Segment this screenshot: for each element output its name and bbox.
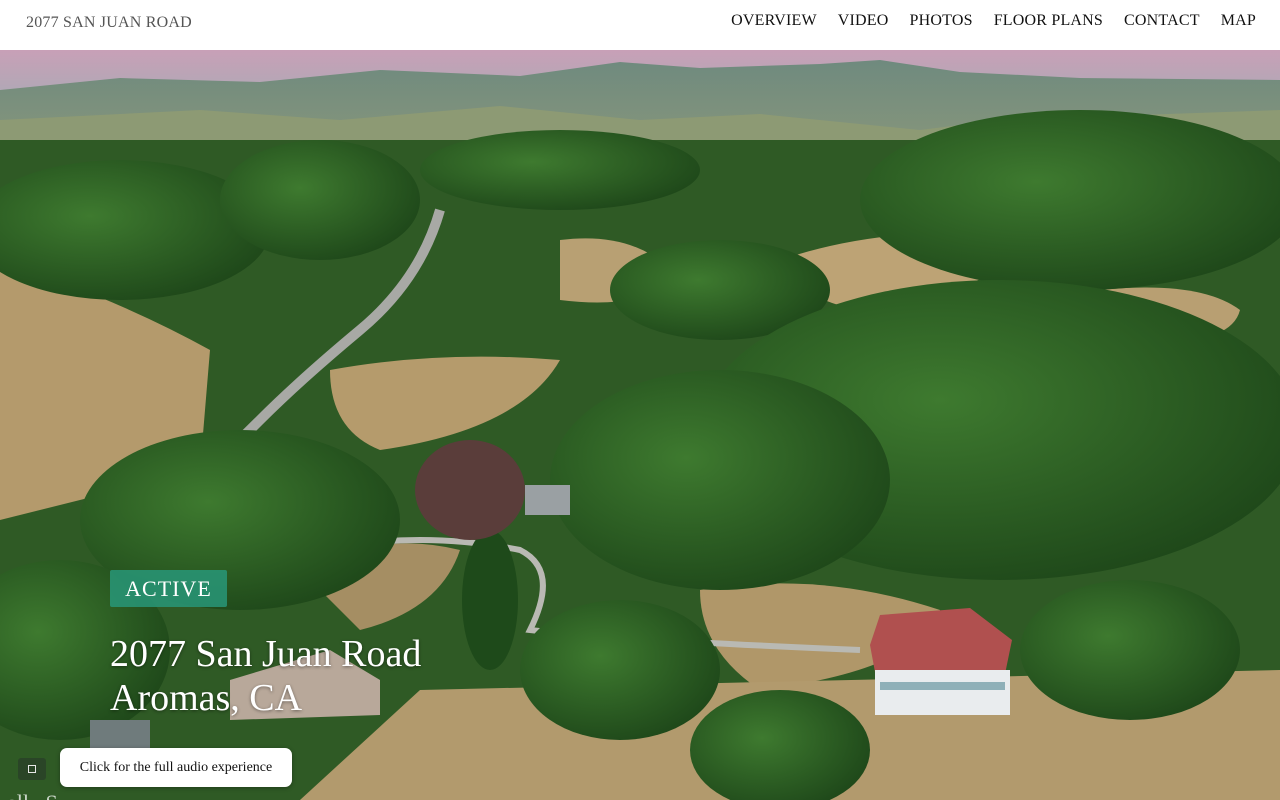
main-nav: OVERVIEW VIDEO PHOTOS FLOOR PLANS CONTAC…: [731, 12, 1256, 30]
address-line-city: Aromas, CA: [110, 677, 303, 719]
nav-contact[interactable]: CONTACT: [1124, 12, 1200, 30]
square-icon: [28, 765, 36, 773]
nav-video[interactable]: VIDEO: [838, 12, 889, 30]
nav-photos[interactable]: PHOTOS: [910, 12, 973, 30]
background-caption-text: ually S: [0, 790, 58, 800]
site-title[interactable]: 2077 SAN JUAN ROAD: [26, 14, 192, 32]
audio-experience-button[interactable]: Click for the full audio experience: [60, 748, 292, 787]
status-badge: ACTIVE: [110, 570, 227, 607]
address-line-street: 2077 San Juan Road: [110, 633, 422, 675]
nav-floor-plans[interactable]: FLOOR PLANS: [994, 12, 1103, 30]
top-navigation-bar: 2077 SAN JUAN ROAD OVERVIEW VIDEO PHOTOS…: [0, 0, 1280, 50]
audio-toggle-button[interactable]: [18, 758, 46, 780]
nav-map[interactable]: MAP: [1221, 12, 1256, 30]
property-address-heading: 2077 San Juan Road Aromas, CA: [110, 632, 421, 720]
nav-overview[interactable]: OVERVIEW: [731, 12, 817, 30]
